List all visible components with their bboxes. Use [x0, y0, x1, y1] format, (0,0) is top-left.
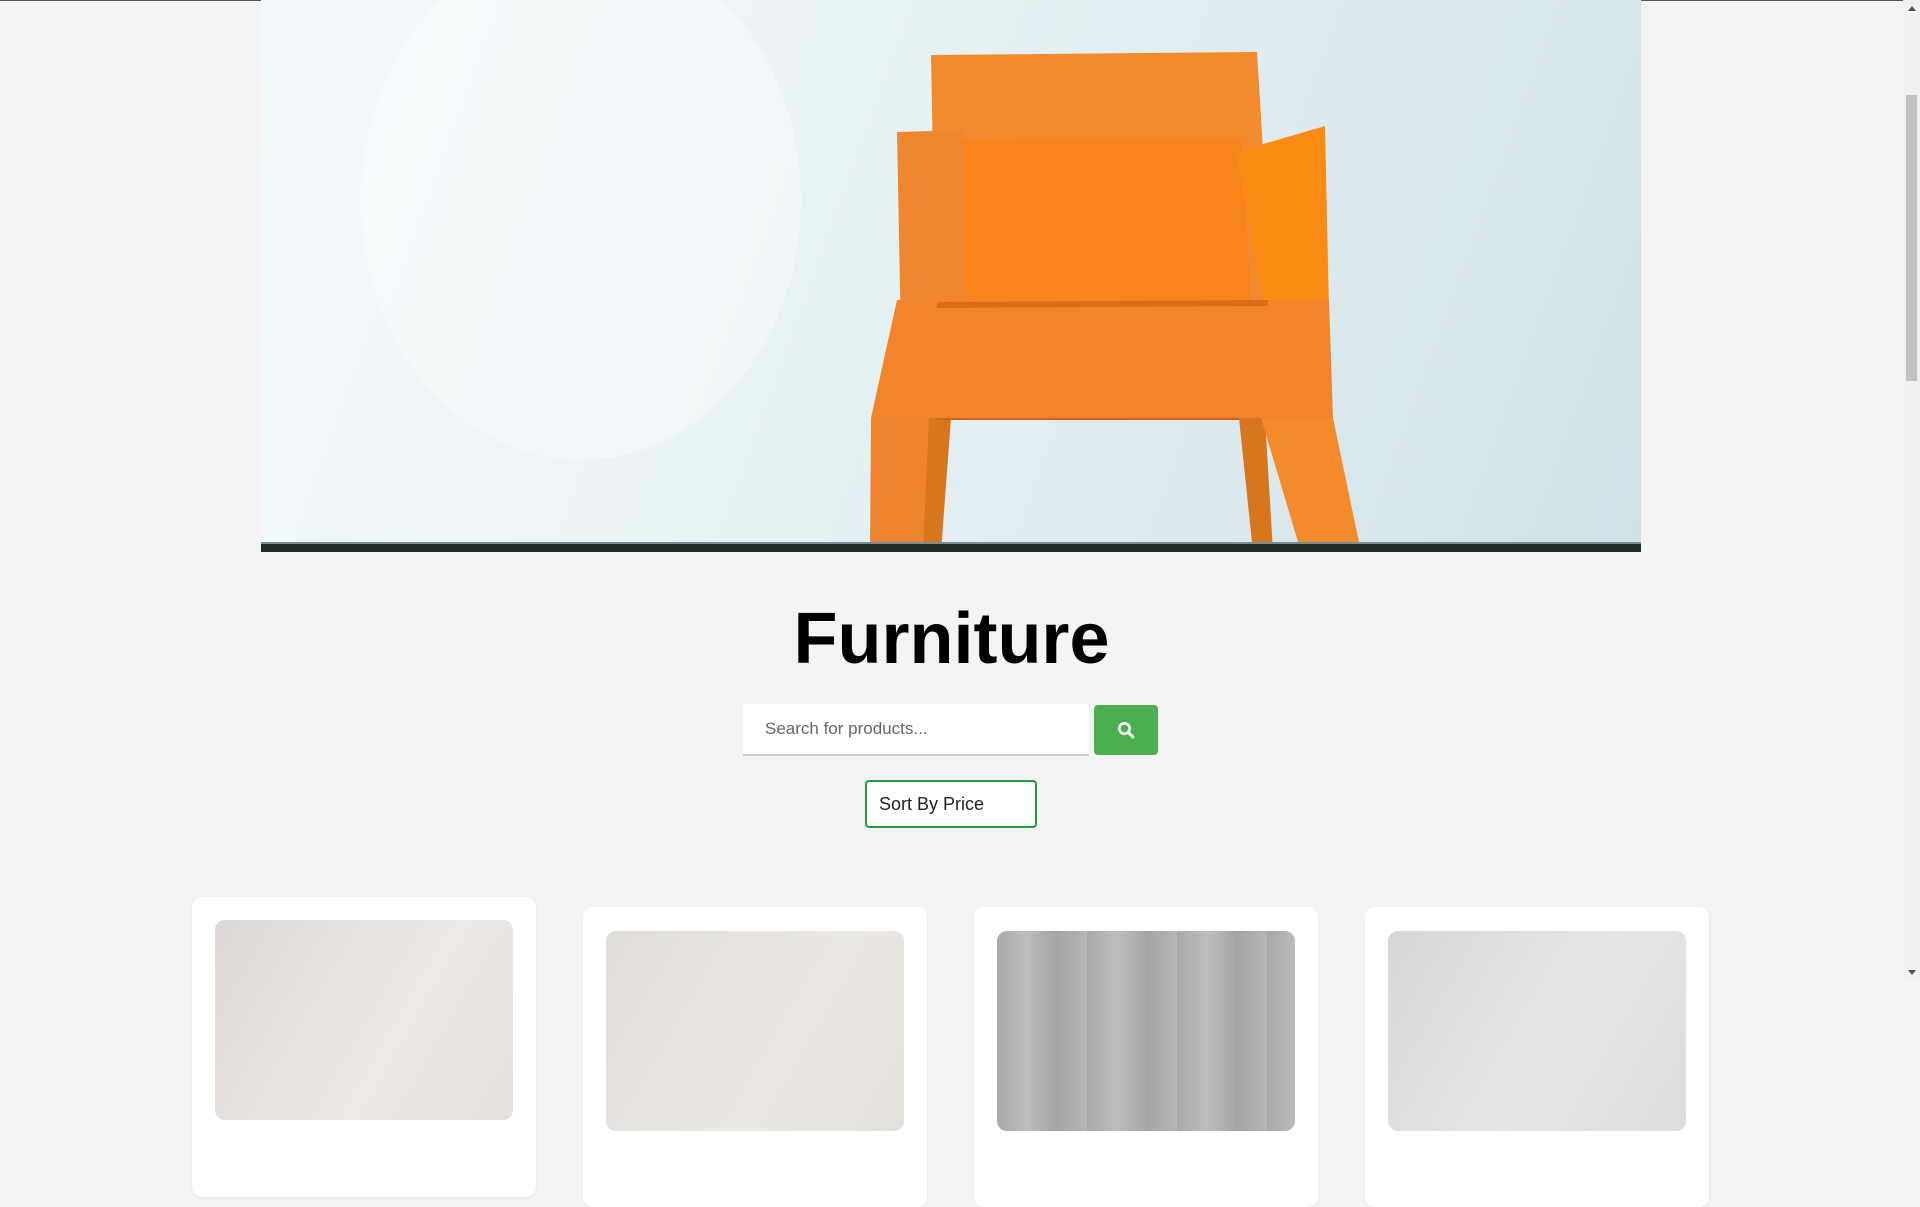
hero-floor	[261, 544, 1641, 552]
sort-by-price-select[interactable]: Sort By Price	[865, 780, 1037, 828]
arrow-up-icon	[1907, 6, 1916, 11]
product-image[interactable]	[215, 920, 513, 1120]
scroll-down-button[interactable]	[1903, 964, 1920, 981]
product-card[interactable]	[974, 907, 1318, 1207]
product-card[interactable]	[192, 897, 536, 1197]
search-icon	[1118, 722, 1135, 739]
product-image[interactable]	[1388, 931, 1686, 1131]
hero-banner	[261, 0, 1641, 552]
product-image[interactable]	[606, 931, 904, 1131]
vertical-scrollbar[interactable]	[1903, 0, 1920, 981]
arrow-down-icon	[1907, 970, 1916, 975]
orange-chair-image	[361, 0, 1361, 552]
product-card[interactable]	[583, 907, 927, 1207]
page-title: Furniture	[793, 599, 1110, 679]
scrollbar-thumb[interactable]	[1906, 95, 1917, 381]
product-image[interactable]	[997, 931, 1295, 1131]
search-button[interactable]	[1094, 705, 1158, 755]
sort-select-value: Sort By Price	[879, 793, 985, 814]
product-card[interactable]	[1365, 907, 1709, 1207]
search-input[interactable]	[743, 704, 1089, 756]
scroll-up-button[interactable]	[1903, 0, 1920, 17]
